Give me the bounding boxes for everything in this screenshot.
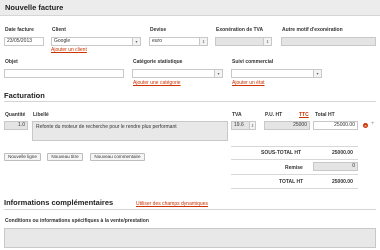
categorie-label: Catégorie statistique <box>133 59 183 65</box>
exoneration-label: Exonération de TVA <box>216 27 264 33</box>
col-pu: P.U. HT <box>265 112 283 118</box>
chevron-down-icon: ⇕ <box>263 38 271 45</box>
exoneration-select[interactable]: ⇕ <box>215 37 272 46</box>
new-title-button[interactable]: Nouveau titre <box>47 153 83 161</box>
remise-input[interactable]: 0 <box>313 162 358 171</box>
motif-exoneration-label: Autre motif d'exonération <box>282 27 343 33</box>
date-label: Date facture <box>5 27 34 33</box>
totals-divider <box>231 174 358 175</box>
objet-label: Objet <box>5 59 18 65</box>
sous-total-label: SOUS-TOTAL HT <box>261 150 301 156</box>
facturation-divider <box>4 101 376 102</box>
add-client-link[interactable]: Ajouter un client <box>51 47 87 53</box>
line-pu-input[interactable]: 25000 <box>264 121 310 130</box>
delete-line-icon[interactable]: × <box>363 123 368 128</box>
conditions-textarea[interactable] <box>4 228 376 248</box>
line-tva-select[interactable]: 19.6 ⇕ <box>231 121 256 130</box>
total-ht-label: TOTAL HT <box>279 179 304 185</box>
infos-title: Informations complémentaires <box>4 198 114 207</box>
remise-label: Remise <box>285 165 303 171</box>
col-quantite: Quantité <box>5 112 26 118</box>
devise-label: Devise <box>150 27 167 33</box>
infos-divider <box>4 209 376 210</box>
categorie-select[interactable]: ▾ <box>132 69 223 78</box>
date-input[interactable]: 23/05/2013 <box>4 37 44 46</box>
chevron-down-icon: ▾ <box>214 70 222 77</box>
chevron-down-icon: ▾ <box>313 70 321 77</box>
client-select-value: Google <box>54 38 71 44</box>
client-label: Client <box>52 27 66 33</box>
client-select[interactable]: Google ▾ <box>51 37 141 46</box>
totals-divider <box>231 159 358 160</box>
line-quantite-input[interactable]: 1.0 <box>4 121 28 130</box>
motif-exoneration-input[interactable] <box>281 37 376 46</box>
objet-input[interactable] <box>4 69 124 78</box>
add-categorie-link[interactable]: Ajouter une catégorie <box>133 80 181 86</box>
page-title: Nouvelle facture <box>5 3 64 12</box>
sous-total-value: 25000.00 <box>332 150 353 156</box>
dynamic-fields-link[interactable]: Utiliser des champs dynamiques <box>136 201 208 207</box>
total-ht-value: 25000.00 <box>332 179 353 185</box>
suivi-label: Suivi commercial <box>232 59 274 65</box>
col-total: Total HT <box>315 112 335 118</box>
col-libelle: Libellé <box>33 112 49 118</box>
devise-select-value: euro <box>152 38 163 44</box>
conditions-label: Conditions ou informations spécifiques à… <box>5 218 149 224</box>
chevron-down-icon: ⇕ <box>199 38 207 45</box>
chevron-down-icon: ▾ <box>132 38 140 45</box>
facturation-title: Facturation <box>4 91 45 100</box>
line-tva-value: 19.6 <box>234 122 244 128</box>
totals-divider-top <box>231 146 358 147</box>
totals-divider-bottom <box>231 188 358 189</box>
line-total-input[interactable]: 25000.00 <box>313 121 358 130</box>
add-suivi-link[interactable]: Ajouter un état <box>232 80 265 86</box>
add-line-icon[interactable]: + <box>371 121 375 127</box>
col-tva: TVA <box>232 112 242 118</box>
new-line-button[interactable]: Nouvelle ligne <box>4 153 41 161</box>
new-comment-button[interactable]: Nouveau commentaire <box>90 153 145 161</box>
devise-select[interactable]: euro ⇕ <box>149 37 208 46</box>
chevron-down-icon: ⇕ <box>249 122 255 129</box>
suivi-select[interactable]: ▾ <box>231 69 322 78</box>
line-libelle-textarea[interactable]: Refonte du moteur de recherche pour le r… <box>32 121 228 141</box>
col-ttc-toggle[interactable]: TTC <box>299 112 309 118</box>
